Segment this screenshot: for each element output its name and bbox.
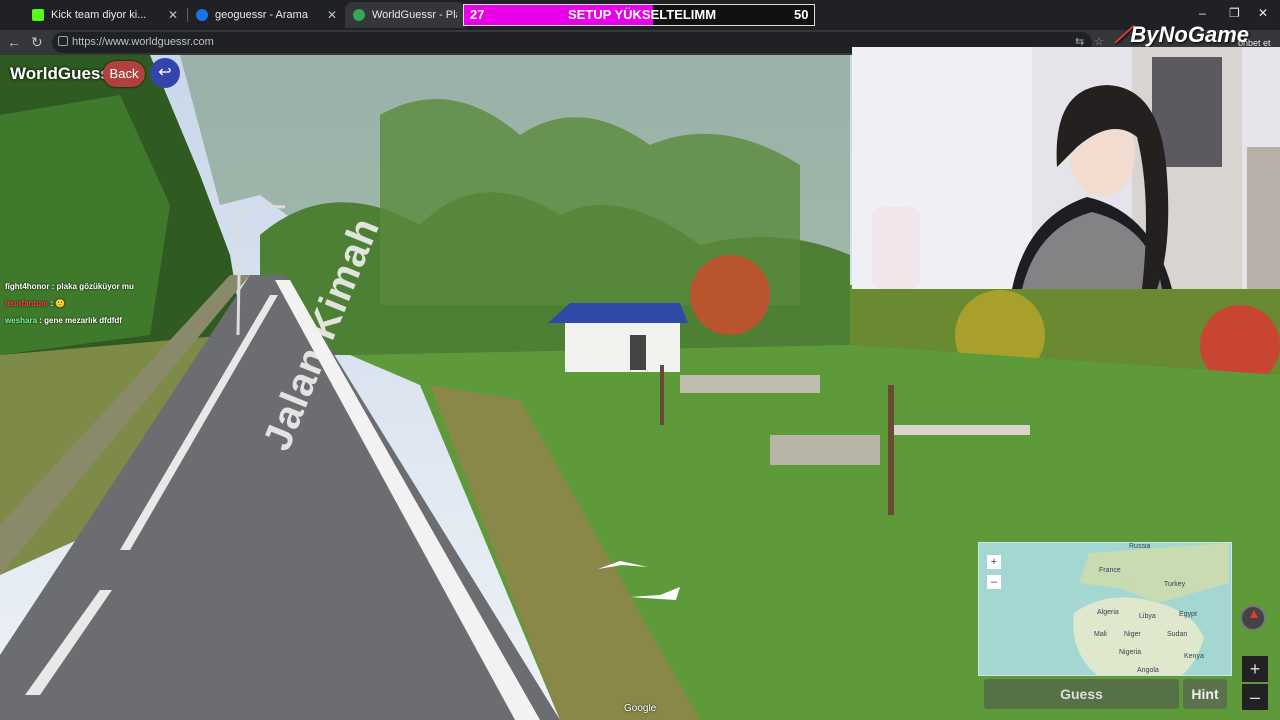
site-info-icon[interactable] (58, 36, 68, 46)
minimize-icon[interactable]: – (1199, 6, 1206, 20)
chat-user: fight4honor (5, 282, 50, 291)
tab-worldguessr[interactable]: WorldGuessr - Play Geoguessr (345, 2, 465, 28)
streamer-webcam (852, 47, 1280, 289)
map-label: Turkey (1164, 581, 1186, 588)
map-label: Sudan (1167, 631, 1188, 638)
close-window-icon[interactable]: ✕ (1258, 6, 1268, 20)
chat-message: fight4honor : plaka gözüküyor mu (5, 282, 134, 291)
return-to-start-icon[interactable]: ↩ (150, 58, 180, 88)
goal-target: 50 (794, 7, 809, 22)
minimap-zoom-in-button[interactable]: + (987, 555, 1001, 569)
map-label: Egypt (1179, 611, 1197, 618)
webcam-image (852, 47, 1280, 289)
tab-title: WorldGuessr - Play Geoguessr (372, 9, 457, 21)
guess-minimap[interactable]: Russia France Turkey Algeria Libya Egypt… (978, 542, 1232, 676)
search-engine-icon (196, 9, 208, 21)
chat-text: 🙂 (55, 299, 66, 308)
back-button[interactable]: Back (103, 61, 145, 87)
back-arrow-icon[interactable]: ← (7, 34, 21, 50)
goal-current: 27 (470, 7, 485, 22)
map-label: Nigeria (1119, 649, 1142, 656)
url-text: https://www.worldguessr.com (72, 36, 214, 48)
street-view-zoom-out-button[interactable]: – (1242, 684, 1268, 710)
map-label: Russia (1129, 543, 1151, 550)
sponsor-brand: ByNoGame (1130, 22, 1249, 47)
reload-icon[interactable]: ↻ (31, 34, 43, 51)
stream-chat: fight4honor : plaka gözüküyor mu leonfan… (5, 278, 134, 329)
sponsor-logo: ⟋ByNoGame (1115, 22, 1249, 48)
map-label: Algeria (1097, 609, 1119, 616)
chat-text: plaka gözüküyor mu (56, 282, 134, 291)
map-label: France (1099, 567, 1121, 574)
tab-title: Kick team diyor ki... (51, 9, 147, 21)
hint-button[interactable]: Hint (1183, 679, 1227, 709)
street-view-zoom-in-button[interactable]: + (1242, 656, 1268, 682)
sponsor-mark-icon: ⟋ (1115, 22, 1131, 47)
chat-user: weshara (5, 316, 38, 325)
map-label: Libya (1139, 613, 1156, 620)
map-label: Niger (1124, 631, 1141, 638)
tab-search[interactable]: geoguessr - Arama ✕ (188, 2, 345, 28)
maximize-icon[interactable]: ❐ (1229, 6, 1240, 20)
tab-kick[interactable]: Kick team diyor ki... ✕ (24, 2, 186, 28)
goal-progress-bar: 27 SETUP YÜKSELTELIMM 50 (463, 4, 815, 26)
minimap-zoom-out-button[interactable]: – (987, 575, 1001, 589)
chat-text: gene mezarlık dfdfdf (44, 316, 122, 325)
chat-user: leonfantom (5, 299, 49, 308)
goal-label: SETUP YÜKSELTELIMM (568, 7, 717, 22)
map-label: Kenya (1184, 653, 1204, 660)
guess-button[interactable]: Guess (984, 679, 1179, 709)
globe-icon (353, 9, 365, 21)
close-tab-icon[interactable]: ✕ (327, 8, 337, 22)
compass-icon[interactable] (1240, 605, 1266, 631)
map-label: Mali (1094, 631, 1107, 638)
google-watermark: Google (624, 703, 657, 714)
worldguessr-logo: WorldGuessr (10, 64, 117, 83)
tab-title: geoguessr - Arama (215, 9, 308, 21)
chat-message: weshara : gene mezarlık dfdfdf (5, 316, 122, 325)
kick-icon (32, 9, 44, 21)
chat-message: leonfantom : 🙂 (5, 299, 66, 308)
map-label: Angola (1137, 667, 1159, 674)
close-tab-icon[interactable]: ✕ (168, 8, 178, 22)
